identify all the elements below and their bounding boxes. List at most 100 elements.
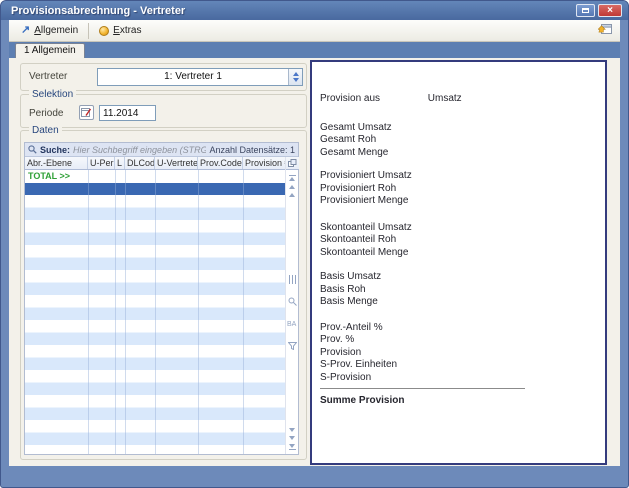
selektion-groupbox: Selektion Periode xyxy=(20,94,307,128)
column-header-l[interactable]: L xyxy=(115,157,125,169)
extras-icon xyxy=(99,26,109,36)
periode-input[interactable] xyxy=(99,105,156,121)
restore-button[interactable] xyxy=(576,4,595,17)
detail-label: Provisioniert Roh xyxy=(320,183,595,196)
grid-header: Abr.-Ebene U-Periode L DLCode U-Vertrete… xyxy=(25,157,286,170)
column-header-u-vertreter[interactable]: U-Vertreter xyxy=(155,157,198,169)
detail-provision-aus-label: Provision aus xyxy=(320,93,425,106)
last-row-arrow-icon xyxy=(289,444,295,448)
vertreter-spinner[interactable] xyxy=(288,69,302,85)
detail-label: Provisioniert Umsatz xyxy=(320,170,595,183)
column-divider xyxy=(243,170,244,454)
grid-nav-strip: BA xyxy=(285,157,298,454)
grid-nav-prev-button[interactable] xyxy=(289,193,295,197)
column-divider xyxy=(155,170,156,454)
sort-icon: BA xyxy=(287,319,297,328)
first-row-icon xyxy=(289,175,296,176)
column-header-dlcode[interactable]: DLCode xyxy=(125,157,155,169)
vertreter-value: 1: Vertreter 1 xyxy=(98,69,288,85)
detail-label: Prov.-Anteil % xyxy=(320,322,595,335)
prev-page-icon xyxy=(289,185,295,189)
detail-label: Prov. % xyxy=(320,334,595,347)
grid-nav-first-button[interactable] xyxy=(289,174,296,181)
titlebar[interactable]: Provisionsabrechnung - Vertreter × xyxy=(1,1,628,20)
column-divider xyxy=(198,170,199,454)
detail-label: Gesamt Menge xyxy=(320,147,595,160)
close-icon: × xyxy=(607,6,613,16)
detail-label: Skontoanteil Umsatz xyxy=(320,222,595,235)
columns-icon xyxy=(288,275,297,284)
vertreter-groupbox: Vertreter 1: Vertreter 1 xyxy=(20,63,307,91)
column-header-u-periode[interactable]: U-Periode xyxy=(88,157,115,169)
column-divider xyxy=(88,170,89,454)
tab-allgemein[interactable]: 1 Allgemein xyxy=(15,43,85,58)
window-body: ↗ Allgemein Extras 1 Allgemein xyxy=(9,20,620,466)
detail-label: Basis Menge xyxy=(320,296,595,309)
column-chooser-icon xyxy=(288,159,297,167)
column-header-prov-code[interactable]: Prov.Code xyxy=(198,157,243,169)
arrow-up-right-icon: ↗ xyxy=(21,25,30,36)
toolbar-separator xyxy=(88,23,89,39)
detail-label: Gesamt Umsatz xyxy=(320,122,595,135)
preview-window-button[interactable] xyxy=(598,22,612,40)
grid-sort-button[interactable]: BA xyxy=(287,315,297,333)
periode-label: Periode xyxy=(29,108,63,119)
next-row-icon xyxy=(289,436,295,440)
detail-label: Gesamt Roh xyxy=(320,134,595,147)
column-chooser-button[interactable] xyxy=(286,157,299,170)
menu-bar: ↗ Allgemein Extras xyxy=(9,20,620,42)
app-window: Provisionsabrechnung - Vertreter × ↗ All… xyxy=(0,0,629,488)
daten-caption: Daten xyxy=(29,125,62,136)
detail-label: Basis Roh xyxy=(320,284,595,297)
preview-window-icon xyxy=(598,22,612,35)
provision-detail-panel: Provision aus Umsatz Gesamt Umsatz Gesam… xyxy=(310,60,607,465)
vertreter-select[interactable]: 1: Vertreter 1 xyxy=(97,68,303,86)
column-divider xyxy=(125,170,126,454)
menu-allgemein-label: Allgemein xyxy=(34,25,78,36)
svg-text:BA: BA xyxy=(287,321,297,328)
detail-label: S-Prov. Einheiten xyxy=(320,359,595,372)
next-page-icon xyxy=(289,428,295,432)
summe-provision-label: Summe Provision xyxy=(320,395,595,408)
prev-row-icon xyxy=(289,193,295,197)
spinner-down-icon xyxy=(293,78,299,82)
grid-nav-next-button[interactable] xyxy=(289,436,295,440)
tab-strip: 1 Allgemein xyxy=(9,42,620,58)
restore-icon xyxy=(582,8,589,13)
column-divider xyxy=(115,170,116,454)
last-row-icon xyxy=(289,449,296,450)
detail-label: Skontoanteil Menge xyxy=(320,247,595,260)
calendar-icon xyxy=(81,107,92,118)
search-input[interactable] xyxy=(73,145,206,155)
search-label: Suche: xyxy=(40,145,70,155)
grid-nav-next-page-button[interactable] xyxy=(289,428,295,432)
tab-content: Vertreter 1: Vertreter 1 Selektion Perio… xyxy=(9,58,620,466)
spinner-up-icon xyxy=(293,72,299,76)
magnifier-icon xyxy=(288,297,297,306)
detail-label: Provision xyxy=(320,347,595,360)
menu-allgemein[interactable]: ↗ Allgemein xyxy=(15,23,84,38)
grid-nav-last-button[interactable] xyxy=(289,444,296,451)
grid-search-bar: Suche: Anzahl Datensätze: 1 xyxy=(25,143,298,157)
search-icon xyxy=(28,145,37,154)
detail-label: Provisioniert Menge xyxy=(320,195,595,208)
selektion-caption: Selektion xyxy=(29,89,76,100)
daten-groupbox: Daten Suche: Anzahl Datensätze: 1 Ab xyxy=(20,130,307,460)
menu-extras-label: Extras xyxy=(113,25,141,36)
detail-label: S-Provision xyxy=(320,372,595,385)
vertreter-label: Vertreter xyxy=(29,71,67,82)
detail-label: Skontoanteil Roh xyxy=(320,234,595,247)
filter-icon xyxy=(288,342,297,350)
grid-filter-button[interactable] xyxy=(288,337,297,355)
grid-columns-button[interactable] xyxy=(288,271,297,289)
grid-nav-prev-page-button[interactable] xyxy=(289,185,295,189)
menu-extras[interactable]: Extras xyxy=(93,23,147,38)
first-row-arrow-icon xyxy=(289,177,295,181)
grid-search-button[interactable] xyxy=(288,293,297,311)
column-header-provision[interactable]: Provision € xyxy=(243,157,286,169)
close-button[interactable]: × xyxy=(598,4,622,17)
window-title: Provisionsabrechnung - Vertreter xyxy=(11,5,185,17)
periode-calendar-button[interactable] xyxy=(79,105,94,120)
grid-rows-area: Abr.-Ebene U-Periode L DLCode U-Vertrete… xyxy=(25,157,286,454)
column-header-abr-ebene[interactable]: Abr.-Ebene xyxy=(25,157,88,169)
